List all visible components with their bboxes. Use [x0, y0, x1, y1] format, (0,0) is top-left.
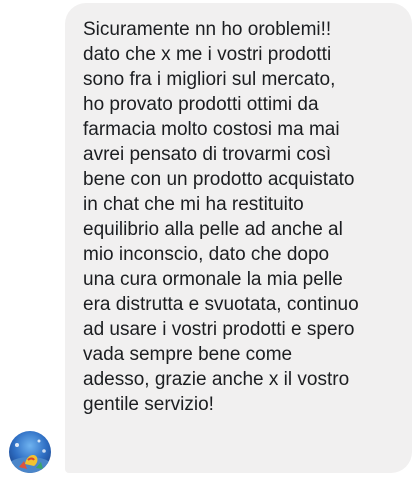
message-line: Sicuramente nn ho oroblemi!!: [83, 19, 332, 40]
chat-thread: Sicuramente nn ho oroblemi!! dato che x …: [0, 0, 419, 482]
message-line: era distrutta e svuotata, continuo: [83, 294, 359, 315]
message-line: ad usare i vostri prodotti e spero: [83, 319, 355, 340]
message-line: vada sempre bene come: [83, 344, 293, 365]
message-line: equilibrio alla pelle ad anche al: [83, 219, 343, 240]
avatar-photo-icon: [9, 431, 51, 473]
avatar[interactable]: [9, 431, 51, 473]
message-line: mio inconscio, dato che dopo: [83, 244, 330, 265]
message-line: bene con un prodotto acquistato: [83, 169, 355, 190]
message-text: Sicuramente nn ho oroblemi!! dato che x …: [83, 17, 402, 417]
message-line: sono fra i migliori sul mercato,: [83, 69, 336, 90]
message-line: una cura ormonale la mia pelle: [83, 269, 343, 290]
message-line: gentile servizio!: [83, 394, 214, 415]
message-line: dato che x me i vostri prodotti: [83, 44, 332, 65]
message-line: adesso, grazie anche x il vostro: [83, 369, 350, 390]
message-line: farmacia molto costosi ma mai: [83, 119, 340, 140]
message-line: ho provato prodotti ottimi da: [83, 94, 319, 115]
message-bubble[interactable]: Sicuramente nn ho oroblemi!! dato che x …: [65, 3, 412, 473]
message-line: avrei pensato di trovarmi così: [83, 144, 332, 165]
message-line: in chat che mi ha restituito: [83, 194, 304, 215]
